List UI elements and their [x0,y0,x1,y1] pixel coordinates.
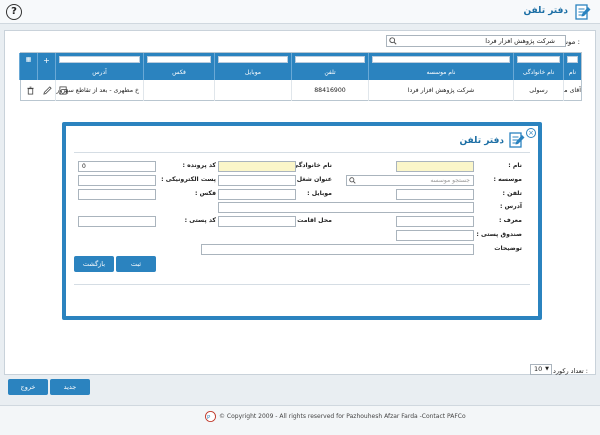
label-address: آدرس : [499,203,522,210]
edit-icon[interactable] [43,86,52,95]
filter-first-name[interactable] [567,56,578,63]
column-header-first-name[interactable]: نام [563,53,581,80]
cell-institution: شرکت پژوهش افزار فردا [368,80,513,101]
address-field[interactable] [218,202,474,213]
dialog-body: × دفتر تلفن نام : موسسه : تلفن : آدرس : … [66,126,538,316]
label-mobile: موبایل : [307,190,332,197]
mobile-field[interactable] [218,189,296,200]
cell-last-name: رسولی [513,80,563,101]
label-po-box: صندوق پستی : [476,231,522,238]
column-header-fax[interactable]: فکس [143,53,214,80]
records-per-page-select[interactable]: 10 ▼ [530,364,552,375]
contacts-table: نام نام خانوادگی نام موسسه تلفن موبایل ف… [19,52,582,101]
job-title-field[interactable] [218,175,296,186]
details-icon[interactable] [59,86,68,95]
delete-icon[interactable] [26,86,35,95]
new-button[interactable]: جدید [50,379,90,395]
company-logo: P [205,411,216,422]
notebook-icon [575,4,591,20]
filter-fax[interactable] [147,56,211,63]
label-email: پست الکترونیکی : [161,176,216,183]
phonebook-dialog: × دفتر تلفن نام : موسسه : تلفن : آدرس : … [62,122,542,320]
chevron-down-icon: ▼ [545,366,549,372]
excel-icon[interactable]: ▦ [20,56,37,63]
submit-button[interactable]: ثبت [116,256,156,272]
label-phone: تلفن : [502,190,523,197]
label-referrer: معرف : [499,217,522,224]
po-box-field[interactable] [396,230,474,241]
file-code-field[interactable]: 0 [78,161,156,172]
email-field[interactable] [78,175,156,186]
dialog-bottom-divider [74,284,530,285]
notebook-icon [509,132,525,148]
label-institution: موسسه : [493,176,522,183]
filter-institution[interactable] [372,56,510,63]
records-per-page-label: تعداد رکورد : [552,367,588,375]
cell-fax [143,80,214,101]
search-icon[interactable] [389,37,397,45]
label-residence: محل اقامت : [292,217,332,224]
institution-field[interactable]: جستجو موسسه [346,175,474,186]
cell-first-name: آقای مهندس [563,80,581,101]
label-postal-code: کد پستی : [184,217,216,224]
filter-mobile[interactable] [218,56,288,63]
exit-button[interactable]: خروج [8,379,48,395]
last-name-field[interactable] [218,161,296,172]
phone-field[interactable] [396,189,474,200]
label-fax: فکس : [194,190,216,197]
column-header-institution[interactable]: نام موسسه [368,53,513,80]
add-icon[interactable]: + [38,56,55,65]
fax-field[interactable] [78,189,156,200]
page-title: دفتر تلفن [523,6,568,16]
help-icon[interactable]: ? [6,4,22,20]
column-header-address[interactable]: آدرس [55,53,143,80]
close-icon[interactable]: × [526,128,536,138]
postal-code-field[interactable] [78,216,156,227]
label-notes: توضیحات [494,245,522,252]
footer-copyright: © Copyright 2009 - All rights reserved f… [219,413,466,420]
residence-field[interactable] [218,216,296,227]
column-header-phone[interactable]: تلفن [291,53,368,80]
institution-filter-field[interactable]: شرکت پژوهش افزار فردا [386,35,566,47]
records-per-page-value: 10 [534,365,543,373]
dialog-divider [74,152,530,153]
label-name: نام : [508,162,522,169]
back-button[interactable]: بازگشت [74,256,114,272]
column-header-last-name[interactable]: نام خانوادگی [513,53,563,80]
label-job-title: عنوان شغل : [292,176,332,183]
top-bar [0,0,600,24]
cell-address: خ مطهری - بعد از تقاطع سهروردی - پ84 - و… [55,80,143,101]
column-header-mobile[interactable]: موبایل [214,53,291,80]
filter-address[interactable] [59,56,140,63]
dialog-title: دفتر تلفن [459,136,504,146]
search-icon[interactable] [349,177,356,184]
cell-mobile [214,80,291,101]
referrer-field[interactable] [396,216,474,227]
column-header-actions: + [37,53,55,80]
notes-field[interactable] [201,244,474,255]
footer [0,405,600,435]
column-header-export: ▦ [19,53,37,80]
filter-last-name[interactable] [517,56,560,63]
label-file-code: کد پرونده : [182,162,216,169]
name-field[interactable] [396,161,474,172]
cell-phone: 88416900 [291,80,368,101]
filter-phone[interactable] [295,56,365,63]
